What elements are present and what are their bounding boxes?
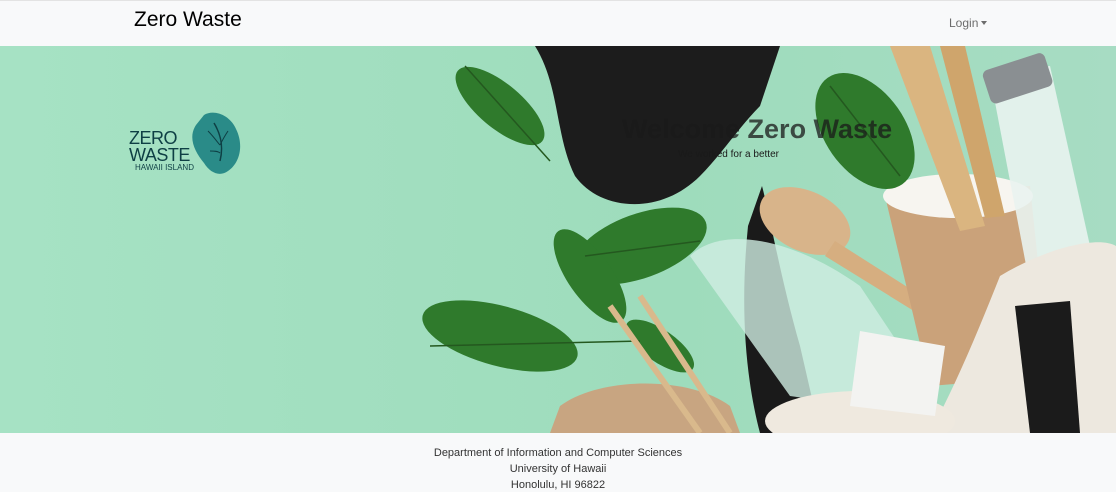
zero-waste-logo: ZERO WASTE HAWAII ISLAND (129, 111, 244, 176)
navbar: Zero Waste Login (0, 0, 1116, 46)
logo-text-island: HAWAII ISLAND (135, 163, 194, 172)
hero-background-image (0, 46, 1116, 433)
footer: Department of Information and Computer S… (0, 433, 1116, 492)
hero-banner: ZERO WASTE HAWAII ISLAND Welcome Zero Wa… (0, 46, 1116, 433)
footer-address: Honolulu, HI 96822 (510, 479, 606, 491)
login-dropdown[interactable]: Login (949, 16, 988, 30)
hero-title: Welcome Zero Waste (622, 114, 893, 144)
brand-link[interactable]: Zero Waste (134, 8, 242, 32)
footer-department: Department of Information and Computer S… (433, 447, 683, 459)
caret-down-icon (981, 21, 988, 25)
footer-university: University of Hawaii (509, 463, 607, 475)
login-label: Login (949, 16, 979, 30)
hero-subtitle: We worked for a better (678, 149, 779, 160)
